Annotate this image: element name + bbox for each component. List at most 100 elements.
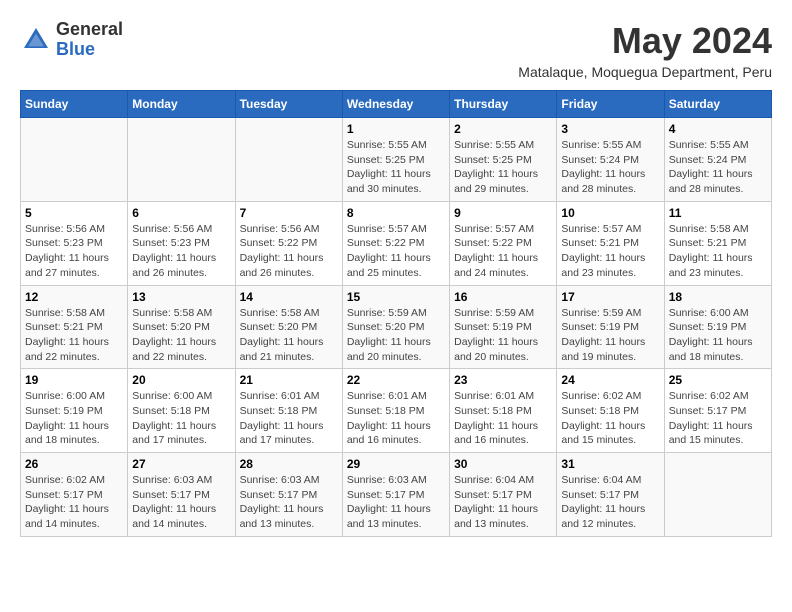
logo-blue: Blue: [56, 40, 123, 60]
day-number: 27: [132, 457, 230, 471]
day-info: Sunrise: 5:58 AM Sunset: 5:21 PM Dayligh…: [25, 306, 123, 365]
calendar-cell: 23 Sunrise: 6:01 AM Sunset: 5:18 PM Dayli…: [450, 369, 557, 453]
day-info: Sunrise: 6:03 AM Sunset: 5:17 PM Dayligh…: [240, 473, 338, 532]
calendar-cell: 13 Sunrise: 5:58 AM Sunset: 5:20 PM Dayli…: [128, 285, 235, 369]
day-number: 13: [132, 290, 230, 304]
day-number: 30: [454, 457, 552, 471]
calendar-cell: 15Sunrise: 5:59 AM Sunset: 5:20 PM Dayli…: [342, 285, 449, 369]
calendar-cell: 18 Sunrise: 6:00 AM Sunset: 5:19 PM Dayli…: [664, 285, 771, 369]
calendar-cell: 3Sunrise: 5:55 AM Sunset: 5:24 PM Daylig…: [557, 118, 664, 202]
day-info: Sunrise: 5:55 AM Sunset: 5:25 PM Dayligh…: [454, 138, 552, 197]
calendar-cell: 28 Sunrise: 6:03 AM Sunset: 5:17 PM Dayli…: [235, 453, 342, 537]
day-info: Sunrise: 6:01 AM Sunset: 5:18 PM Dayligh…: [240, 389, 338, 448]
day-info: Sunrise: 5:59 AM Sunset: 5:20 PM Dayligh…: [347, 306, 445, 365]
day-info: Sunrise: 6:04 AM Sunset: 5:17 PM Dayligh…: [561, 473, 659, 532]
day-info: Sunrise: 5:55 AM Sunset: 5:24 PM Dayligh…: [669, 138, 767, 197]
calendar-cell: 2 Sunrise: 5:55 AM Sunset: 5:25 PM Daylig…: [450, 118, 557, 202]
calendar-cell: 8Sunrise: 5:57 AM Sunset: 5:22 PM Daylig…: [342, 201, 449, 285]
day-number: 10: [561, 206, 659, 220]
calendar-cell: [235, 118, 342, 202]
day-number: 31: [561, 457, 659, 471]
col-header-monday: Monday: [128, 91, 235, 118]
calendar-cell: 16 Sunrise: 5:59 AM Sunset: 5:19 PM Dayli…: [450, 285, 557, 369]
calendar-cell: 30Sunrise: 6:04 AM Sunset: 5:17 PM Dayli…: [450, 453, 557, 537]
day-number: 7: [240, 206, 338, 220]
day-number: 20: [132, 373, 230, 387]
day-info: Sunrise: 5:58 AM Sunset: 5:20 PM Dayligh…: [240, 306, 338, 365]
calendar-cell: 4 Sunrise: 5:55 AM Sunset: 5:24 PM Daylig…: [664, 118, 771, 202]
col-header-friday: Friday: [557, 91, 664, 118]
day-number: 12: [25, 290, 123, 304]
logo-general: General: [56, 20, 123, 40]
day-info: Sunrise: 6:03 AM Sunset: 5:17 PM Dayligh…: [132, 473, 230, 532]
day-number: 25: [669, 373, 767, 387]
calendar-cell: 31 Sunrise: 6:04 AM Sunset: 5:17 PM Dayli…: [557, 453, 664, 537]
day-number: 28: [240, 457, 338, 471]
calendar-cell: 24Sunrise: 6:02 AM Sunset: 5:18 PM Dayli…: [557, 369, 664, 453]
day-number: 16: [454, 290, 552, 304]
day-number: 22: [347, 373, 445, 387]
day-number: 26: [25, 457, 123, 471]
day-number: 18: [669, 290, 767, 304]
week-row-3: 12 Sunrise: 5:58 AM Sunset: 5:21 PM Dayli…: [21, 285, 772, 369]
day-number: 4: [669, 122, 767, 136]
calendar-cell: 1 Sunrise: 5:55 AM Sunset: 5:25 PM Daylig…: [342, 118, 449, 202]
logo: General Blue: [20, 20, 123, 60]
col-header-saturday: Saturday: [664, 91, 771, 118]
calendar-cell: 25 Sunrise: 6:02 AM Sunset: 5:17 PM Dayli…: [664, 369, 771, 453]
week-row-1: 1 Sunrise: 5:55 AM Sunset: 5:25 PM Daylig…: [21, 118, 772, 202]
calendar-cell: 26 Sunrise: 6:02 AM Sunset: 5:17 PM Dayli…: [21, 453, 128, 537]
day-info: Sunrise: 5:56 AM Sunset: 5:23 PM Dayligh…: [132, 222, 230, 281]
col-header-thursday: Thursday: [450, 91, 557, 118]
day-info: Sunrise: 5:58 AM Sunset: 5:20 PM Dayligh…: [132, 306, 230, 365]
week-row-2: 5 Sunrise: 5:56 AM Sunset: 5:23 PM Daylig…: [21, 201, 772, 285]
day-number: 14: [240, 290, 338, 304]
day-info: Sunrise: 6:00 AM Sunset: 5:19 PM Dayligh…: [25, 389, 123, 448]
calendar-cell: 21Sunrise: 6:01 AM Sunset: 5:18 PM Dayli…: [235, 369, 342, 453]
day-info: Sunrise: 5:59 AM Sunset: 5:19 PM Dayligh…: [561, 306, 659, 365]
logo-text: General Blue: [56, 20, 123, 60]
day-info: Sunrise: 6:01 AM Sunset: 5:18 PM Dayligh…: [454, 389, 552, 448]
day-info: Sunrise: 5:57 AM Sunset: 5:22 PM Dayligh…: [454, 222, 552, 281]
day-number: 9: [454, 206, 552, 220]
day-info: Sunrise: 5:55 AM Sunset: 5:24 PM Dayligh…: [561, 138, 659, 197]
day-info: Sunrise: 6:02 AM Sunset: 5:17 PM Dayligh…: [669, 389, 767, 448]
calendar-cell: 19Sunrise: 6:00 AM Sunset: 5:19 PM Dayli…: [21, 369, 128, 453]
day-info: Sunrise: 6:02 AM Sunset: 5:17 PM Dayligh…: [25, 473, 123, 532]
calendar-cell: 27 Sunrise: 6:03 AM Sunset: 5:17 PM Dayli…: [128, 453, 235, 537]
day-info: Sunrise: 6:03 AM Sunset: 5:17 PM Dayligh…: [347, 473, 445, 532]
col-header-wednesday: Wednesday: [342, 91, 449, 118]
day-info: Sunrise: 5:59 AM Sunset: 5:19 PM Dayligh…: [454, 306, 552, 365]
calendar-cell: 11Sunrise: 5:58 AM Sunset: 5:21 PM Dayli…: [664, 201, 771, 285]
calendar-cell: 7 Sunrise: 5:56 AM Sunset: 5:22 PM Daylig…: [235, 201, 342, 285]
day-info: Sunrise: 6:00 AM Sunset: 5:18 PM Dayligh…: [132, 389, 230, 448]
title-area: May 2024 Matalaque, Moquegua Department,…: [518, 20, 772, 80]
week-row-4: 19Sunrise: 6:00 AM Sunset: 5:19 PM Dayli…: [21, 369, 772, 453]
calendar-cell: 6 Sunrise: 5:56 AM Sunset: 5:23 PM Daylig…: [128, 201, 235, 285]
day-number: 8: [347, 206, 445, 220]
calendar-cell: 14 Sunrise: 5:58 AM Sunset: 5:20 PM Dayli…: [235, 285, 342, 369]
day-number: 23: [454, 373, 552, 387]
day-number: 17: [561, 290, 659, 304]
day-number: 2: [454, 122, 552, 136]
col-header-sunday: Sunday: [21, 91, 128, 118]
logo-icon: [20, 24, 52, 56]
day-number: 6: [132, 206, 230, 220]
calendar-cell: 22 Sunrise: 6:01 AM Sunset: 5:18 PM Dayli…: [342, 369, 449, 453]
day-info: Sunrise: 6:00 AM Sunset: 5:19 PM Dayligh…: [669, 306, 767, 365]
calendar-table: SundayMondayTuesdayWednesdayThursdayFrid…: [20, 90, 772, 537]
day-info: Sunrise: 6:01 AM Sunset: 5:18 PM Dayligh…: [347, 389, 445, 448]
calendar-cell: 29 Sunrise: 6:03 AM Sunset: 5:17 PM Dayli…: [342, 453, 449, 537]
week-row-5: 26 Sunrise: 6:02 AM Sunset: 5:17 PM Dayli…: [21, 453, 772, 537]
calendar-cell: 10Sunrise: 5:57 AM Sunset: 5:21 PM Dayli…: [557, 201, 664, 285]
calendar-cell: [128, 118, 235, 202]
day-number: 5: [25, 206, 123, 220]
day-number: 24: [561, 373, 659, 387]
calendar-cell: 12 Sunrise: 5:58 AM Sunset: 5:21 PM Dayli…: [21, 285, 128, 369]
day-info: Sunrise: 5:56 AM Sunset: 5:22 PM Dayligh…: [240, 222, 338, 281]
col-header-tuesday: Tuesday: [235, 91, 342, 118]
calendar-cell: [664, 453, 771, 537]
day-number: 1: [347, 122, 445, 136]
day-number: 29: [347, 457, 445, 471]
day-info: Sunrise: 5:55 AM Sunset: 5:25 PM Dayligh…: [347, 138, 445, 197]
